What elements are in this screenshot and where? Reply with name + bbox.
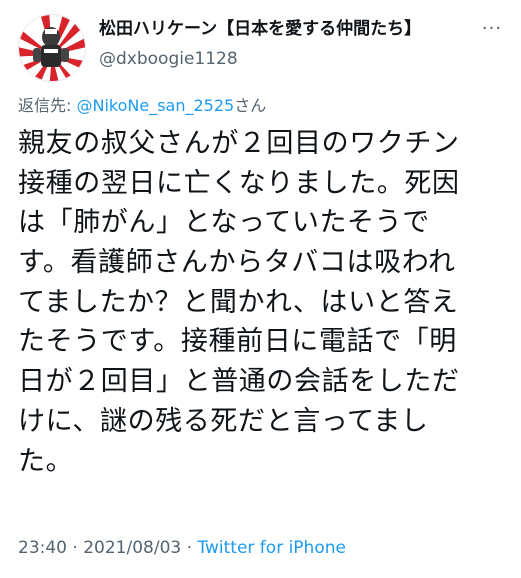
reply-suffix: さん bbox=[234, 96, 267, 115]
meta-separator: · bbox=[67, 538, 84, 558]
more-dots-icon: ··· bbox=[481, 17, 503, 39]
author-avatar[interactable] bbox=[18, 14, 86, 82]
tweet-body-line: てましたか？と聞かれ、はいと答え bbox=[18, 286, 459, 318]
tweet-date[interactable]: 2021/08/03 bbox=[83, 538, 181, 558]
tweet-body-line: は「肺がん」となっていたそうで bbox=[18, 207, 430, 239]
author-display-name[interactable]: 松田ハリケーン【日本を愛する仲間たち】 bbox=[99, 18, 421, 40]
meta-separator: · bbox=[181, 538, 198, 558]
tweet-body: 親友の叔父さんが２回目のワクチン 接種の翌日に亡くなりました。死因 は「肺がん」… bbox=[18, 124, 508, 481]
reply-prefix: 返信先: bbox=[18, 96, 77, 115]
reply-mention-link[interactable]: @NikoNe_san_2525 bbox=[76, 96, 234, 115]
tweet-body-line: す。看護師さんからタバコは吸われ bbox=[18, 247, 456, 279]
reply-to-line: 返信先: @NikoNe_san_2525さん bbox=[18, 95, 266, 117]
tweet-source-link[interactable]: Twitter for iPhone bbox=[197, 538, 346, 558]
tweet-body-line: 接種の翌日に亡くなりました。死因 bbox=[18, 167, 460, 199]
tweet-meta: 23:40 · 2021/08/03 · Twitter for iPhone bbox=[18, 537, 346, 559]
tweet-time[interactable]: 23:40 bbox=[18, 538, 67, 558]
tweet-card: 松田ハリケーン【日本を愛する仲間たち】 @dxboogie1128 ··· 返信… bbox=[0, 0, 521, 578]
more-options-button[interactable]: ··· bbox=[474, 16, 510, 40]
author-handle[interactable]: @dxboogie1128 bbox=[99, 48, 238, 70]
tweet-body-line: たそうです。接種前日に電話で「明 bbox=[18, 326, 457, 358]
tweet-body-line: けに、謎の残る死だと言ってまし bbox=[18, 405, 429, 437]
avatar-rising-sun-icon bbox=[19, 15, 85, 81]
tweet-body-line: 日が２回目」と普通の会話をしただ bbox=[18, 366, 460, 398]
tweet-body-line: 親友の叔父さんが２回目のワクチン bbox=[18, 128, 460, 159]
tweet-body-line: た。 bbox=[18, 445, 74, 477]
